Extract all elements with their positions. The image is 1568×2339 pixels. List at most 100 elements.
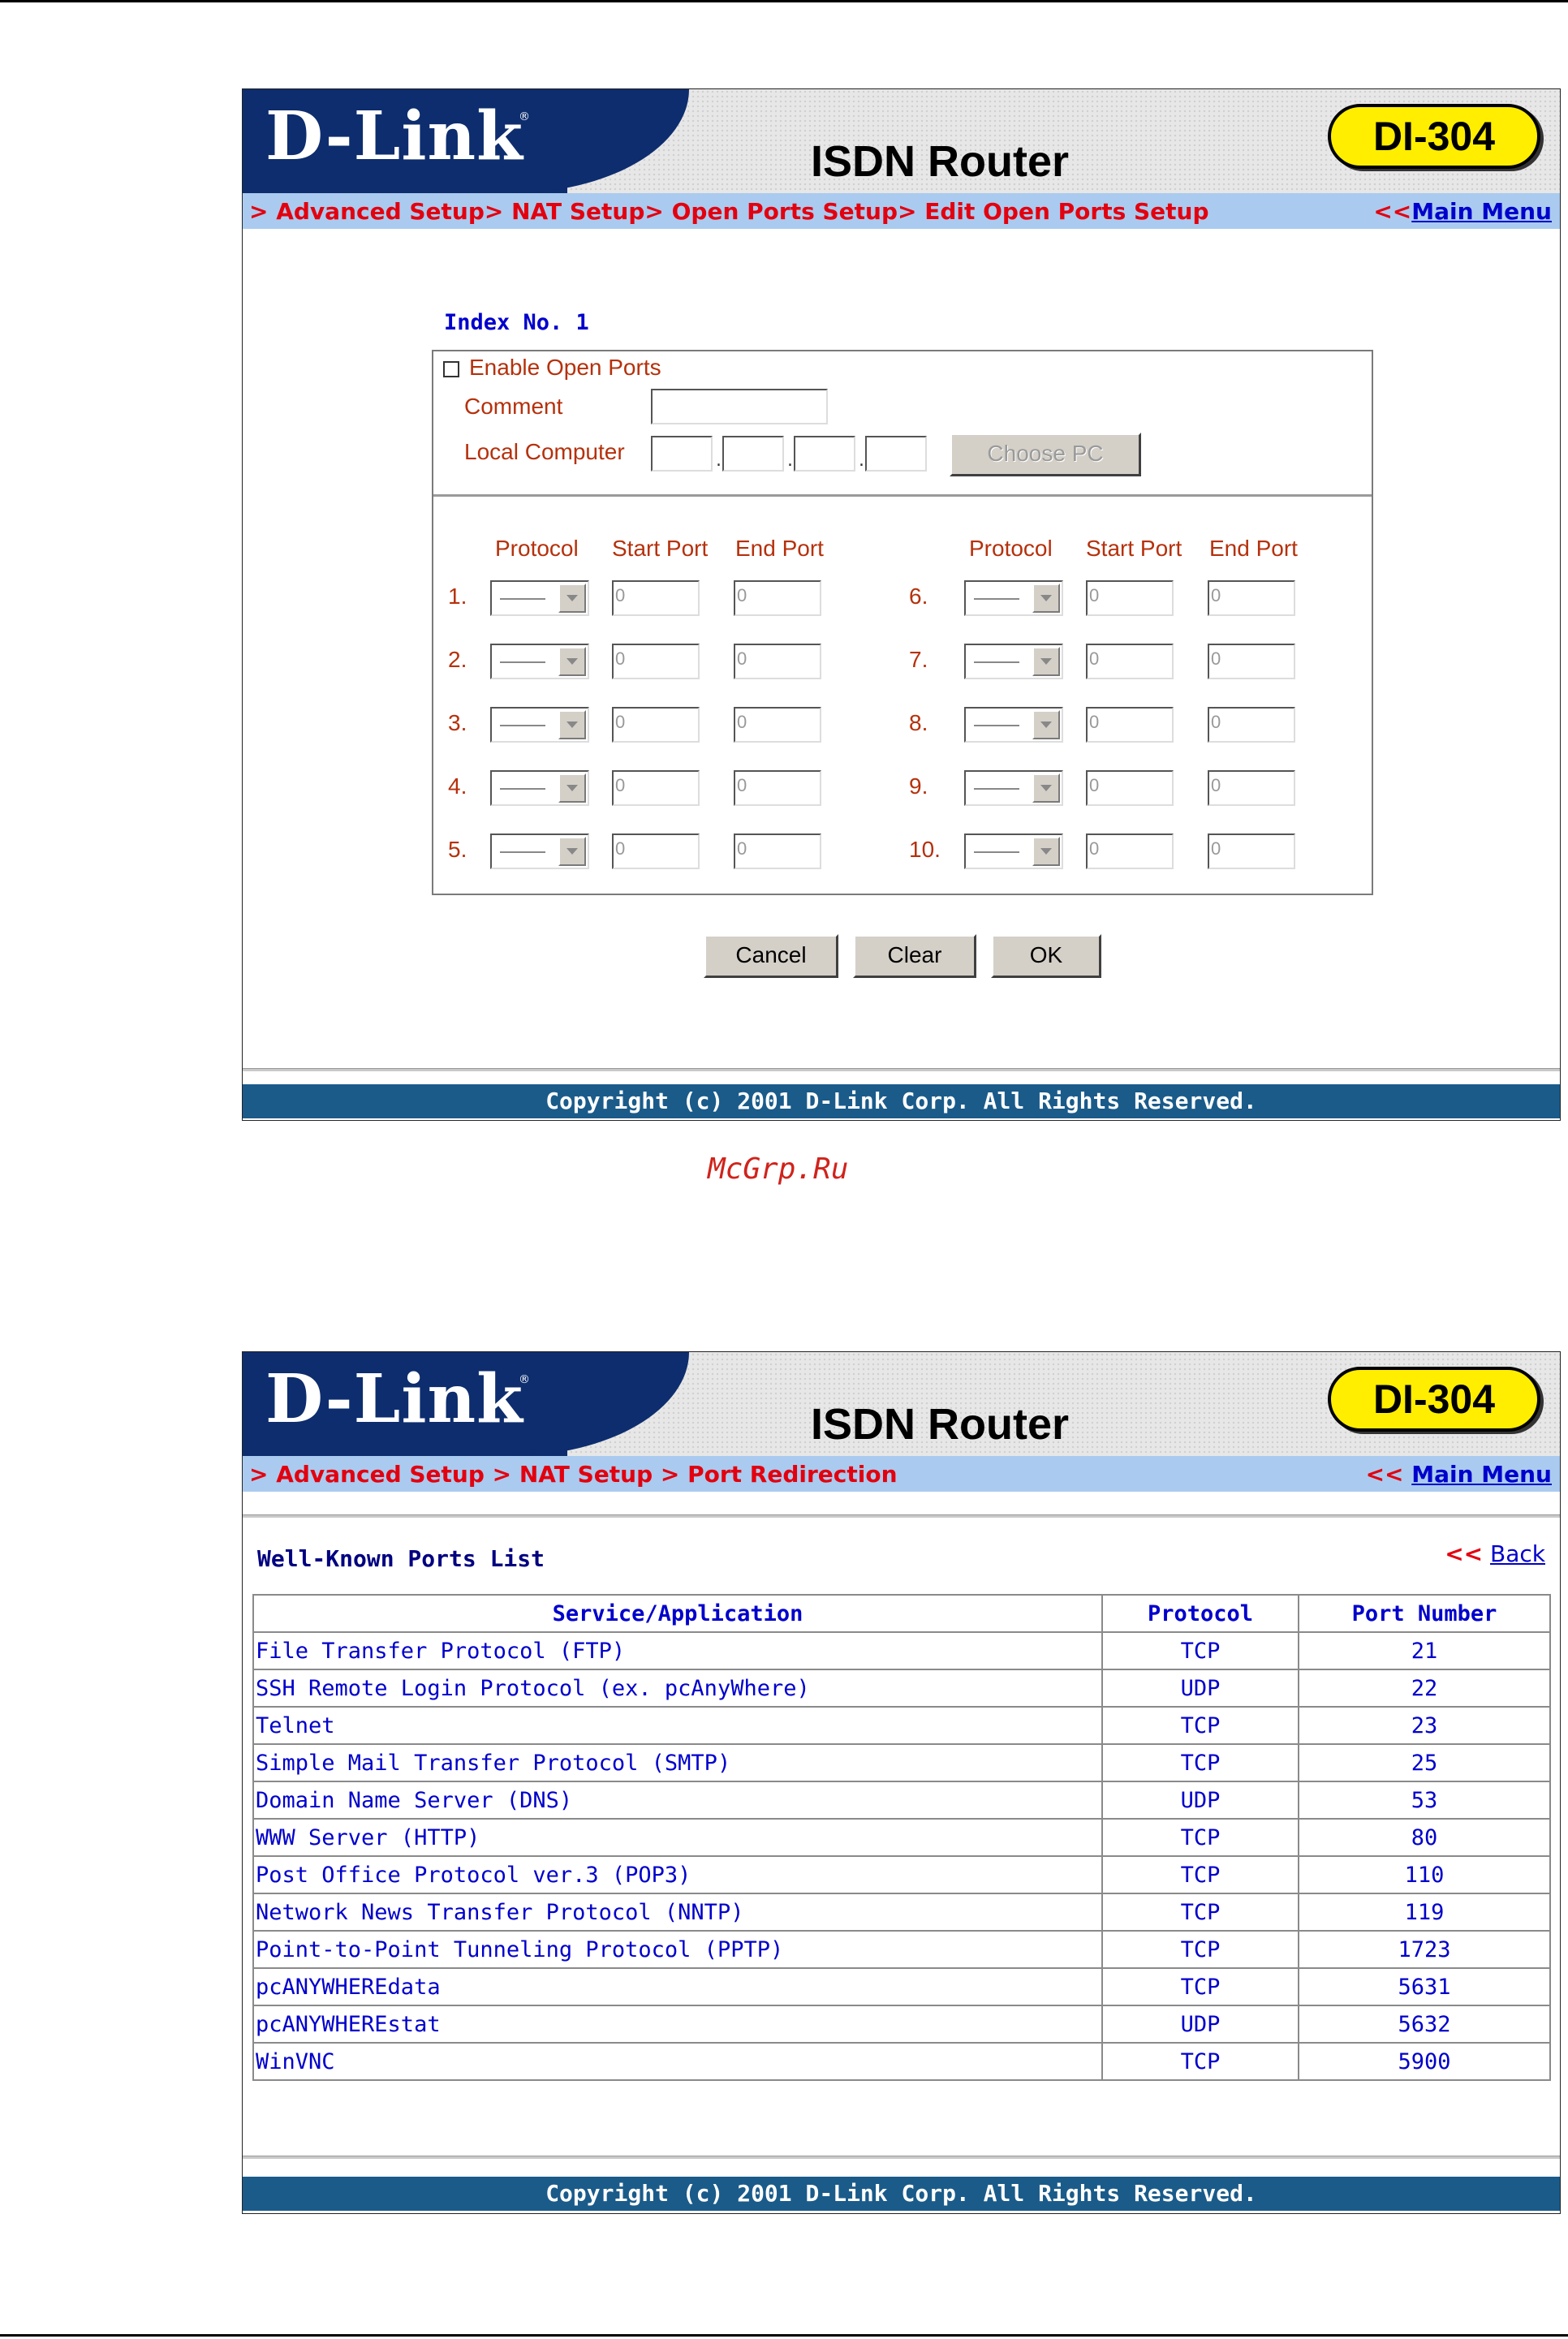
protocol-cell: TCP <box>1101 1706 1299 1745</box>
clear-button[interactable]: Clear <box>853 934 976 978</box>
open-ports-screen: D-Link ® ISDN Router DI-304 > Advanced S… <box>242 88 1561 1121</box>
start-port-input[interactable]: 0 <box>1086 644 1174 679</box>
select-empty-value <box>500 598 545 600</box>
comment-input[interactable] <box>651 389 828 424</box>
port-row-number: 4. <box>448 773 467 799</box>
select-empty-value <box>500 851 545 853</box>
ok-button[interactable]: OK <box>991 934 1101 978</box>
service-name-cell[interactable]: Network News Transfer Protocol (NNTP) <box>252 1893 1103 1932</box>
column-header-service: Service/Application <box>252 1594 1103 1633</box>
dropdown-arrow-icon[interactable] <box>1032 584 1060 613</box>
protocol-select[interactable] <box>964 770 1063 806</box>
dropdown-arrow-icon[interactable] <box>558 773 586 803</box>
protocol-select[interactable] <box>490 644 589 679</box>
protocol-select[interactable] <box>490 580 589 616</box>
service-name-cell[interactable]: Simple Mail Transfer Protocol (SMTP) <box>252 1743 1103 1782</box>
ip-octet-2-input[interactable] <box>722 436 784 472</box>
protocol-cell: TCP <box>1101 1855 1299 1894</box>
back-label[interactable]: Back <box>1490 1540 1545 1567</box>
product-name: ISDN Router <box>811 137 1070 186</box>
end-port-input[interactable]: 0 <box>734 580 821 616</box>
page-bottom-rule <box>0 2334 1568 2337</box>
end-port-header-left: End Port <box>735 536 824 561</box>
start-port-input[interactable]: 0 <box>612 770 700 806</box>
dropdown-arrow-icon[interactable] <box>1032 710 1060 739</box>
main-menu-label[interactable]: Main Menu <box>1411 198 1552 225</box>
start-port-input[interactable]: 0 <box>612 834 700 869</box>
service-name-cell[interactable]: WWW Server (HTTP) <box>252 1818 1103 1857</box>
page-top-rule <box>0 0 1568 2</box>
protocol-select[interactable] <box>490 707 589 743</box>
start-port-input[interactable]: 0 <box>1086 834 1174 869</box>
service-name-cell[interactable]: Post Office Protocol ver.3 (POP3) <box>252 1855 1103 1894</box>
start-port-input[interactable]: 0 <box>612 580 700 616</box>
back-link[interactable]: << Back <box>1445 1540 1545 1567</box>
service-name-cell[interactable]: Point-to-Point Tunneling Protocol (PPTP) <box>252 1930 1103 1969</box>
table-row: WinVNC TCP 5900 <box>252 2042 1551 2081</box>
dropdown-arrow-icon[interactable] <box>1032 773 1060 803</box>
enable-open-ports-checkbox[interactable] <box>443 361 459 377</box>
start-port-input[interactable]: 0 <box>1086 707 1174 743</box>
service-name-cell[interactable]: Telnet <box>252 1706 1103 1745</box>
cancel-button[interactable]: Cancel <box>704 934 838 978</box>
start-port-input[interactable]: 0 <box>612 644 700 679</box>
start-port-input[interactable]: 0 <box>612 707 700 743</box>
end-port-input[interactable]: 0 <box>1208 770 1295 806</box>
port-number-cell: 1723 <box>1298 1930 1551 1969</box>
ip-dot: . <box>787 450 793 471</box>
service-name-cell[interactable]: File Transfer Protocol (FTP) <box>252 1631 1103 1670</box>
service-name-cell[interactable]: pcANYWHEREstat <box>252 2005 1103 2044</box>
copyright-footer: Copyright (c) 2001 D-Link Corp. All Righ… <box>243 2177 1560 2211</box>
protocol-select[interactable] <box>490 834 589 869</box>
port-number-cell: 5631 <box>1298 1967 1551 2006</box>
choose-pc-button[interactable]: Choose PC <box>950 433 1141 476</box>
protocol-select[interactable] <box>964 644 1063 679</box>
protocol-select[interactable] <box>964 707 1063 743</box>
table-row: Post Office Protocol ver.3 (POP3) TCP 110 <box>252 1855 1551 1894</box>
dropdown-arrow-icon[interactable] <box>558 710 586 739</box>
main-menu-link[interactable]: <<Main Menu <box>1373 198 1552 225</box>
service-name-cell[interactable]: SSH Remote Login Protocol (ex. pcAnyWher… <box>252 1669 1103 1708</box>
protocol-header-right: Protocol <box>969 536 1053 561</box>
dropdown-arrow-icon[interactable] <box>1032 647 1060 676</box>
dropdown-arrow-icon[interactable] <box>558 837 586 866</box>
service-name-cell[interactable]: WinVNC <box>252 2042 1103 2081</box>
end-port-input[interactable]: 0 <box>1208 707 1295 743</box>
table-row: Simple Mail Transfer Protocol (SMTP) TCP 2… <box>252 1743 1551 1782</box>
port-row-number: 1. <box>448 584 467 609</box>
port-number-cell: 110 <box>1298 1855 1551 1894</box>
product-name: ISDN Router <box>811 1400 1070 1449</box>
logo-swoosh <box>510 89 689 193</box>
select-empty-value <box>974 788 1019 790</box>
protocol-select[interactable] <box>964 834 1063 869</box>
end-port-input[interactable]: 0 <box>1208 644 1295 679</box>
end-port-input[interactable]: 0 <box>734 707 821 743</box>
dropdown-arrow-icon[interactable] <box>558 647 586 676</box>
table-row: SSH Remote Login Protocol (ex. pcAnyWher… <box>252 1669 1551 1708</box>
protocol-cell: TCP <box>1101 1967 1299 2006</box>
service-name-cell[interactable]: Domain Name Server (DNS) <box>252 1781 1103 1820</box>
dropdown-arrow-icon[interactable] <box>558 584 586 613</box>
end-port-input[interactable]: 0 <box>734 834 821 869</box>
end-port-input[interactable]: 0 <box>1208 580 1295 616</box>
start-port-header-right: Start Port <box>1086 536 1182 561</box>
dropdown-arrow-icon[interactable] <box>1032 837 1060 866</box>
ip-octet-1-input[interactable] <box>651 436 713 472</box>
ip-octet-4-input[interactable] <box>865 436 927 472</box>
start-port-header-left: Start Port <box>612 536 709 561</box>
protocol-cell: TCP <box>1101 2042 1299 2081</box>
end-port-input[interactable]: 0 <box>734 770 821 806</box>
main-menu-label[interactable]: Main Menu <box>1411 1461 1552 1488</box>
protocol-select[interactable] <box>490 770 589 806</box>
main-menu-link[interactable]: << Main Menu <box>1366 1461 1552 1488</box>
end-port-input[interactable]: 0 <box>734 644 821 679</box>
service-name-cell[interactable]: pcANYWHEREdata <box>252 1967 1103 2006</box>
well-known-ports-table: Service/Application Protocol Port Number… <box>252 1594 1551 2081</box>
back-arrows: << <box>1445 1540 1484 1567</box>
start-port-input[interactable]: 0 <box>1086 580 1174 616</box>
end-port-input[interactable]: 0 <box>1208 834 1295 869</box>
port-row-number: 2. <box>448 647 467 672</box>
ip-octet-3-input[interactable] <box>794 436 855 472</box>
start-port-input[interactable]: 0 <box>1086 770 1174 806</box>
protocol-select[interactable] <box>964 580 1063 616</box>
